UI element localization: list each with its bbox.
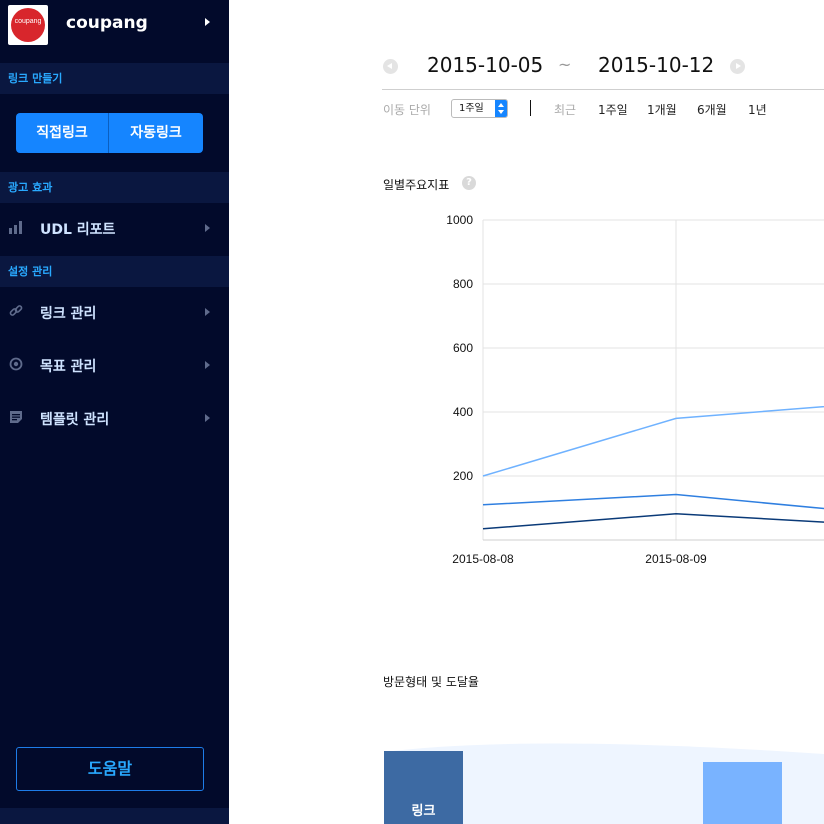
sidebar-item-label: 목표 관리 [40, 359, 97, 375]
sidebar-item-template-manage[interactable]: 템플릿 관리 [0, 399, 229, 437]
x-tick-label: 2015-08-09 [645, 552, 707, 566]
help-button[interactable]: 도움말 [16, 747, 204, 791]
section-ad-effect: 광고 효과 [0, 172, 229, 203]
funnel-bar [703, 762, 782, 824]
chevron-right-icon [205, 414, 210, 422]
sidebar-item-link-manage[interactable]: 링크 관리 [0, 293, 229, 331]
divider [530, 100, 531, 116]
section-link-create: 링크 만들기 [0, 63, 229, 94]
date-separator: ~ [558, 55, 572, 74]
y-tick-label: 200 [453, 469, 473, 483]
main-content: 2015-10-05 ~ 2015-10-12 이동 단위 1주일 최근 1주일… [229, 0, 824, 824]
sidebar-footer [0, 808, 229, 824]
link-button-group: 직접링크 자동링크 [16, 113, 203, 153]
document-icon [10, 411, 22, 423]
chevron-right-icon [205, 361, 210, 369]
series-line-1 [482, 493, 824, 510]
funnel-label-link: 링크 [411, 804, 436, 819]
logo-seal [11, 8, 45, 42]
range-1month-link[interactable]: 1개월 [647, 101, 677, 118]
y-tick-label: 400 [453, 405, 473, 419]
target-icon [9, 357, 23, 371]
link-icon [9, 305, 23, 316]
sidebar-item-label: 템플릿 관리 [40, 412, 110, 428]
range-6month-link[interactable]: 6개월 [697, 101, 727, 118]
next-date-icon[interactable] [730, 59, 745, 74]
range-1week-link[interactable]: 1주일 [598, 101, 628, 118]
brand-name: coupang [66, 13, 148, 33]
sidebar-item-label: UDL 리포트 [40, 222, 116, 238]
brand-header[interactable]: coupang coupang [0, 0, 229, 52]
sidebar-item-goal-manage[interactable]: 목표 관리 [0, 346, 229, 384]
section-settings: 설정 관리 [0, 256, 229, 287]
y-tick-label: 1000 [446, 213, 473, 227]
direct-link-button[interactable]: 직접링크 [16, 113, 109, 153]
prev-date-icon[interactable] [383, 59, 398, 74]
auto-link-button[interactable]: 자동링크 [109, 113, 203, 153]
range-1year-link[interactable]: 1년 [748, 101, 767, 118]
sidebar-item-label: 링크 관리 [40, 306, 97, 322]
series-line-2 [482, 513, 824, 530]
chevron-right-icon [205, 308, 210, 316]
help-icon[interactable]: ? [462, 176, 476, 190]
move-unit-select[interactable]: 1주일 [451, 99, 508, 118]
y-tick-label: 800 [453, 277, 473, 291]
x-tick-label: 2015-08-08 [452, 552, 514, 566]
series-line-0 [482, 405, 824, 477]
recent-label: 최근 [554, 103, 577, 117]
logo-text: coupang [14, 18, 42, 25]
daily-metrics-chart: 200 400 600 800 1000 2015-08-08 2015-08-09 [446, 213, 824, 566]
y-tick-label: 600 [453, 341, 473, 355]
date-from[interactable]: 2015-10-05 [427, 53, 543, 77]
funnel-title: 방문형태 및 도달율 [383, 675, 479, 689]
move-unit-label: 이동 단위 [383, 103, 431, 117]
chart-title: 일별주요지표 [383, 178, 450, 192]
sidebar-item-udl-report[interactable]: UDL 리포트 [0, 209, 229, 247]
funnel-chart [384, 743, 824, 824]
chevron-right-icon [205, 224, 210, 232]
move-unit-value: 1주일 [459, 103, 484, 114]
coupang-logo: coupang [8, 5, 48, 45]
date-to[interactable]: 2015-10-12 [598, 53, 714, 77]
sidebar: coupang coupang 링크 만들기 직접링크 자동링크 광고 효과 U… [0, 0, 229, 824]
chevron-right-icon[interactable] [205, 18, 210, 26]
select-arrows-icon [495, 100, 507, 117]
divider [382, 89, 824, 90]
bar-chart-icon [9, 221, 22, 234]
